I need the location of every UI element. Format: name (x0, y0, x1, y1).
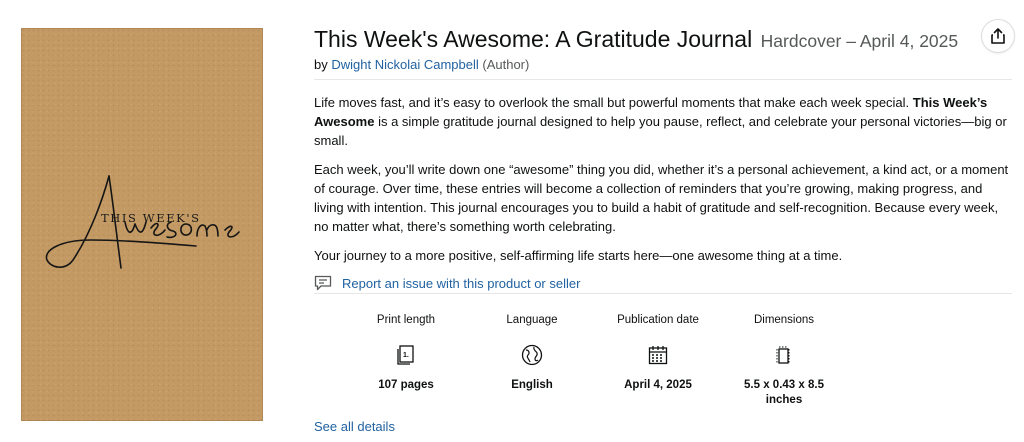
spec-label: Language (506, 314, 558, 326)
author-link[interactable]: Dwight Nickolai Campbell (331, 57, 478, 72)
spec-dimensions[interactable]: Dimensions 5.5 x 0.43 x 8.5 inches (729, 314, 839, 408)
book-cover-image[interactable]: THIS WEEK'S (21, 28, 263, 421)
byline: by Dwight Nickolai Campbell (Author) (314, 57, 529, 72)
format-and-date: Hardcover – April 4, 2025 (760, 31, 959, 51)
spec-value: 5.5 x 0.43 x 8.5 inches (744, 379, 824, 406)
spec-value: April 4, 2025 (624, 379, 692, 391)
author-role: (Author) (482, 57, 530, 72)
spec-publication-date[interactable]: Publication date April 4, 2025 (603, 314, 713, 393)
spec-value: English (511, 379, 553, 391)
feedback-icon (314, 275, 332, 291)
divider-top (314, 79, 1012, 80)
byline-prefix: by (314, 57, 328, 72)
spec-value: 107 pages (378, 379, 434, 391)
description-paragraph-3: Your journey to a more positive, self-af… (314, 248, 843, 263)
cover-script-lettering (45, 175, 240, 269)
see-all-details-link[interactable]: See all details (314, 419, 395, 434)
svg-text:1.: 1. (403, 352, 409, 359)
product-description: Life moves fast, and it’s easy to overlo… (314, 93, 1012, 275)
spec-print-length[interactable]: Print length 1. 107 pages (351, 314, 461, 393)
calendar-icon (648, 346, 668, 365)
spec-label: Print length (376, 314, 436, 326)
title-row: This Week's Awesome: A Gratitude Journal… (314, 26, 1004, 53)
spec-label: Dimensions (753, 314, 815, 326)
spec-language[interactable]: Language English (477, 314, 587, 393)
product-specs: Print length 1. 107 pages Language Engli… (314, 314, 1012, 414)
spec-label: Publication date (617, 314, 699, 326)
description-paragraph-1: Life moves fast, and it’s easy to overlo… (314, 95, 1007, 148)
share-icon (991, 28, 1005, 44)
share-button[interactable] (982, 20, 1014, 52)
description-paragraph-2: Each week, you’ll write down one “awesom… (314, 162, 1009, 234)
product-title: This Week's Awesome: A Gratitude Journal (314, 26, 753, 52)
dimensions-icon (776, 346, 790, 364)
globe-icon (521, 344, 543, 366)
divider-bottom (314, 293, 1012, 294)
report-issue-link[interactable]: Report an issue with this product or sel… (314, 273, 580, 293)
pages-icon: 1. (397, 345, 414, 365)
report-issue-label: Report an issue with this product or sel… (342, 275, 581, 291)
